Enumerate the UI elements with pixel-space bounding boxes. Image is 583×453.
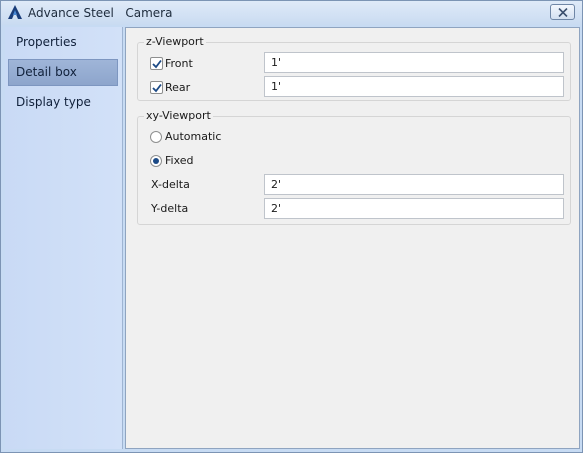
window-title: Advance Steel Camera: [28, 6, 173, 20]
sidebar-item-label: Display type: [16, 95, 91, 109]
xy-viewport-group: xy-Viewport Automatic Fixed X-delta 2' Y…: [137, 109, 571, 225]
sidebar-item-label: Properties: [16, 35, 77, 49]
y-delta-input[interactable]: 2': [264, 198, 564, 219]
radio-selected-dot: [153, 158, 159, 164]
checkmark-icon: [152, 59, 162, 69]
sidebar-item-display-type[interactable]: Display type: [8, 89, 118, 116]
title-bar[interactable]: Advance Steel Camera: [1, 1, 582, 25]
y-delta-label: Y-delta: [151, 202, 189, 215]
detail-box-panel: z-Viewport Front 1' Rear 1' xy-Viewport …: [125, 27, 580, 449]
x-delta-input[interactable]: 2': [264, 174, 564, 195]
automatic-radio[interactable]: [150, 131, 162, 143]
rear-checkbox[interactable]: [150, 81, 163, 94]
rear-input[interactable]: 1': [264, 76, 564, 97]
fixed-radio[interactable]: [150, 155, 162, 167]
front-input[interactable]: 1': [264, 52, 564, 73]
x-delta-label: X-delta: [151, 178, 190, 191]
automatic-label: Automatic: [165, 130, 222, 143]
rear-label: Rear: [165, 81, 191, 94]
sidebar-item-label: Detail box: [16, 65, 77, 79]
front-label: Front: [165, 57, 193, 70]
close-button[interactable]: [550, 4, 575, 20]
sidebar-item-properties[interactable]: Properties: [8, 29, 118, 56]
front-checkbox[interactable]: [150, 57, 163, 70]
z-viewport-legend: z-Viewport: [144, 35, 206, 49]
checkmark-icon: [152, 83, 162, 93]
fixed-label: Fixed: [165, 154, 194, 167]
xy-viewport-legend: xy-Viewport: [144, 109, 213, 123]
sidebar: Properties Detail box Display type: [5, 27, 123, 449]
camera-dialog: Advance Steel Camera Properties Detail b…: [0, 0, 583, 453]
z-viewport-group: z-Viewport Front 1' Rear 1': [137, 35, 571, 101]
close-icon: [558, 8, 568, 17]
advance-steel-logo-icon: [8, 5, 22, 19]
sidebar-item-detail-box[interactable]: Detail box: [8, 59, 118, 86]
